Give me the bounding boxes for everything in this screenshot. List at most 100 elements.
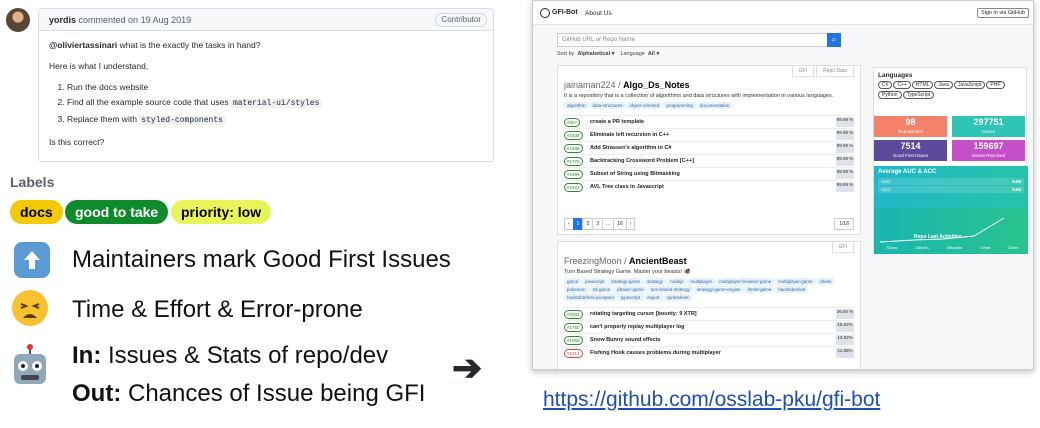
repo-tags: game javascript strategy-game strategy nodej… [564, 277, 854, 301]
label-docs[interactable]: docs [10, 200, 63, 224]
repo-description: It is a repository that is a collection … [564, 93, 834, 99]
filter-bar: Sort by Alphabetical ▾ Language All ▾ [557, 51, 665, 57]
repo-search-input[interactable]: GitHub URL or Repo Name [557, 33, 829, 47]
issue-row[interactable]: #1065 Snow Bunny sound effects 13.92% [564, 333, 854, 346]
list-item: Replace them with styled-components [67, 113, 483, 127]
issue-number: #1596 [564, 170, 583, 179]
repo-tag[interactable]: multiplayer [687, 278, 716, 285]
repo-tag[interactable]: html5-game [744, 286, 775, 293]
comment-line: Is this correct? [49, 137, 105, 147]
language-chip[interactable]: C++ [893, 81, 911, 89]
language-chip[interactable]: TypeScript [902, 91, 935, 99]
language-label: Language [620, 51, 645, 57]
repo-tag[interactable]: data-structures [589, 102, 626, 109]
repo-link[interactable]: https://github.com/osslab-pku/gfi-bot [543, 388, 880, 412]
issue-probability: 99.99 % [836, 117, 854, 127]
issue-row[interactable]: #1776 Backtracking Crossword Problem [C++… [564, 154, 854, 167]
repo-tag[interactable]: typescript [617, 294, 644, 301]
issue-row[interactable]: #1623 AVL Tree class in Javascript 99.99 % [564, 180, 854, 193]
issue-probability: 26.66 % [836, 309, 854, 319]
brand-link[interactable]: GFI-Bot [552, 9, 578, 16]
labels-heading: Labels [10, 174, 55, 190]
issue-number: #1623 [564, 183, 583, 192]
comment-card: yordis commented on 19 Aug 2019 Contribu… [38, 8, 494, 162]
issue-row[interactable]: #1638 Eliminate left recursion in C++ 99.9… [564, 128, 854, 141]
repo-description: Turn Based Strategy Game. Master your be… [564, 269, 691, 275]
activity-title: Repo Last Activities [914, 234, 962, 240]
repo-tag[interactable]: programming [663, 102, 696, 109]
label-priority-low[interactable]: priority: low [171, 200, 272, 224]
gfibot-logo-icon [540, 8, 550, 18]
repo-tag[interactable]: strategy-game [608, 278, 644, 285]
repo-tag[interactable]: algorithm [564, 102, 589, 109]
activity-chart: Repo Last Activities 7Days 1Month 3Months 1… [874, 208, 1028, 254]
repo-tag[interactable]: javascript [582, 278, 608, 285]
language-chip[interactable]: PHP [986, 81, 1005, 89]
language-chip[interactable]: Python [878, 91, 902, 99]
issue-title: Backtracking Crossword Problem [C++] [590, 158, 694, 164]
repo-tag[interactable]: spritesheet [663, 294, 692, 301]
language-select[interactable]: All ▾ [648, 51, 659, 57]
language-chip[interactable]: Java [934, 81, 954, 89]
issue-row[interactable]: #1596 Subset of String using Bitmasking 99… [564, 167, 854, 180]
repo-tag[interactable]: phaser-game [614, 286, 647, 293]
tab-gfi[interactable]: GFI [831, 242, 854, 253]
signin-button[interactable]: Sign in via GitHub [976, 8, 1029, 18]
repo-tag[interactable]: nodejs [667, 278, 687, 285]
right-arrow-icon: ➔ [452, 347, 483, 388]
repo-tag[interactable]: strategy-game-engine [693, 286, 744, 293]
issue-number: #1750 [564, 323, 583, 332]
language-chip[interactable]: C# [878, 81, 893, 89]
repo-card: GFI Repo Data jainaman224 / Algo_Ds_Notes… [557, 65, 861, 235]
tab-gfi[interactable]: GFI [791, 66, 815, 77]
stat-tile-gfi: 7514 Good First Issues [874, 140, 947, 161]
repo-title[interactable]: FreezingMoon / AncientBeast [564, 256, 860, 266]
page-next[interactable]: › [625, 218, 636, 230]
comment-meta: commented on 19 Aug 2019 [78, 15, 192, 25]
repo-tag[interactable]: esport [644, 294, 663, 301]
language-chip[interactable]: JavaScript [954, 81, 986, 89]
user-avatar[interactable] [6, 8, 30, 32]
issue-probability: 99.99 % [836, 143, 854, 153]
repo-tag[interactable]: hacktoberfest-accepted [564, 294, 617, 301]
sort-label: Sort by [557, 51, 575, 57]
issue-number: #657 [564, 118, 581, 127]
repo-tag[interactable]: 2d-game [589, 286, 614, 293]
repo-tag[interactable]: multiplayer-game [775, 278, 816, 285]
page-button[interactable]: 16 [613, 218, 627, 230]
issue-title: Eliminate left recursion in C++ [590, 132, 670, 138]
stat-tile-repositories: 98 Repositories [874, 116, 947, 137]
label-good-to-take[interactable]: good to take [65, 200, 169, 224]
issue-row[interactable]: #2003 rotating targeting cursor [bounty: … [564, 307, 854, 320]
bullet-maintainers: Maintainers mark Good First Issues [72, 246, 451, 273]
issue-title: Fishing Hook causes problems during mult… [590, 350, 721, 356]
repo-tag[interactable]: game [564, 278, 582, 285]
page-jump-input[interactable]: 1/16 [834, 218, 854, 230]
about-link[interactable]: About Us [585, 10, 612, 17]
stat-tile-issues: 297751 Issues [952, 116, 1025, 137]
repo-tag[interactable]: documentation [696, 102, 733, 109]
list-item: Find all the example source code that us… [67, 96, 483, 110]
issue-row[interactable]: #1614 Fishing Hook causes problems during… [564, 346, 854, 359]
repo-tag[interactable]: pokemon [564, 286, 589, 293]
repo-tag[interactable]: strategy [644, 278, 667, 285]
repo-tag[interactable]: chess [816, 278, 835, 285]
robot-icon [10, 344, 50, 388]
repo-tag[interactable]: hacktoberfest [775, 286, 809, 293]
language-list: C# C++ HTML Java JavaScript PHP Python TypeScri… [878, 81, 1022, 101]
issue-number: #1614 [564, 349, 583, 358]
repo-tag[interactable]: multiplayer-browser-game [716, 278, 775, 285]
repo-tag[interactable]: turn-based-strategy [647, 286, 693, 293]
repo-tag[interactable]: object-oriented [626, 102, 663, 109]
issue-row[interactable]: #1750 can't properly replay multiplayer l… [564, 320, 854, 333]
search-icon[interactable]: ⌕ [827, 33, 841, 47]
inline-code: styled-components [139, 116, 225, 125]
sort-select[interactable]: Alphabetical ▾ [577, 51, 614, 57]
language-chip[interactable]: HTML [911, 81, 934, 89]
comment-author[interactable]: yordis [49, 15, 76, 25]
mention-link[interactable]: @oliviertassinari [49, 40, 117, 50]
issue-row[interactable]: #1698 Add Strassen's algorithm in C# 99.99… [564, 141, 854, 154]
tab-repo-data[interactable]: Repo Data [816, 66, 854, 77]
repo-title[interactable]: jainaman224 / Algo_Ds_Notes [564, 80, 860, 90]
issue-row[interactable]: #657 create a PR template 99.99 % [564, 115, 854, 128]
